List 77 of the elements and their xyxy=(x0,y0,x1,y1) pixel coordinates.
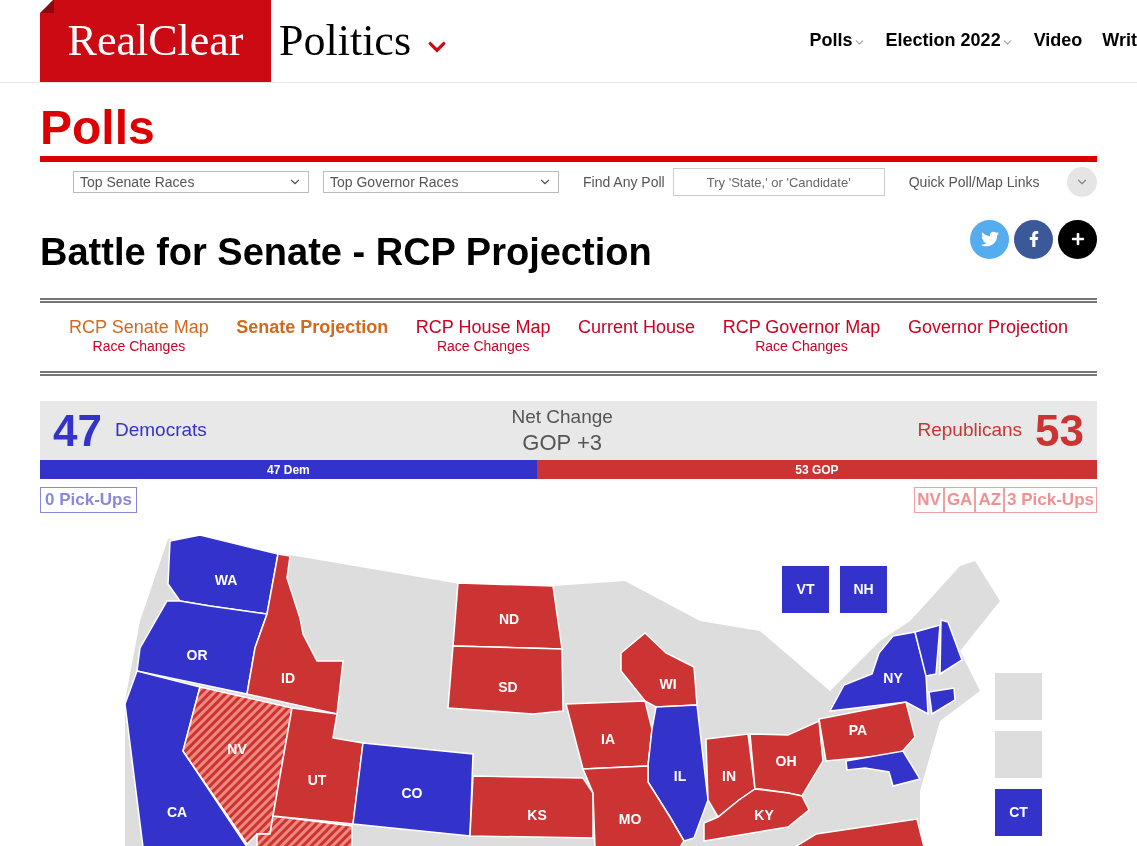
state-label: KS xyxy=(527,806,547,823)
state-region[interactable] xyxy=(565,700,653,770)
state-region[interactable] xyxy=(705,733,756,819)
state-label: UT xyxy=(307,771,327,788)
dem-seat-count: 47 xyxy=(53,408,102,453)
state-region[interactable] xyxy=(749,719,824,797)
state-label: MO xyxy=(618,810,642,827)
state-region[interactable] xyxy=(939,619,963,676)
facebook-button[interactable] xyxy=(1014,219,1053,259)
pickup-tag: NV xyxy=(914,487,944,513)
nav-tab[interactable]: Current House xyxy=(578,318,696,336)
nav-tab[interactable]: Governor Projection xyxy=(907,318,1068,336)
pickup-tag: GA xyxy=(943,487,976,513)
state-box[interactable]: CT xyxy=(995,789,1042,836)
nav-tab[interactable]: RCP Senate Map Race Changes xyxy=(69,318,209,353)
state-label: OR xyxy=(186,646,208,663)
state-region[interactable] xyxy=(447,645,564,715)
state-region[interactable] xyxy=(124,670,249,846)
state-region[interactable] xyxy=(352,742,474,837)
dem-label: Democrats xyxy=(114,418,207,443)
plus-icon xyxy=(1070,232,1085,246)
nav-link[interactable]: Writ xyxy=(1102,27,1137,54)
state-region[interactable] xyxy=(581,765,685,846)
nav-link[interactable]: Polls xyxy=(809,27,866,54)
state-label: NY xyxy=(883,669,903,686)
gop-label: Republicans xyxy=(917,418,1023,443)
state-region[interactable] xyxy=(620,632,698,708)
state-label: WI xyxy=(659,675,677,692)
state-box[interactable]: VT xyxy=(782,566,829,613)
nav-tab[interactable]: RCP Governor Map Race Changes xyxy=(722,318,881,353)
state-label: OH xyxy=(775,752,797,769)
gop-bar-label: 53 GOP xyxy=(794,461,840,479)
state-region[interactable] xyxy=(703,788,810,842)
pickup-tag: 3 Pick-Ups xyxy=(1004,487,1097,513)
state-label: ND xyxy=(498,610,520,627)
share-button[interactable] xyxy=(1058,219,1097,259)
state-region[interactable] xyxy=(818,701,916,762)
page-heading: Battle for Senate - RCP Projection xyxy=(40,233,652,271)
state-label: CA xyxy=(166,803,188,820)
state-label: IN xyxy=(722,767,736,784)
nav-tab[interactable]: Senate Projection xyxy=(236,318,389,336)
net-change-label: Net Change xyxy=(511,404,613,429)
dem-bar-fill: 47 Dem xyxy=(40,460,537,479)
page-title: Polls xyxy=(40,104,156,156)
state-region[interactable] xyxy=(845,750,922,787)
state-label: SD xyxy=(498,678,518,695)
state-label: PA xyxy=(848,721,868,738)
gop-seat-count: 53 xyxy=(1035,408,1084,453)
state-region[interactable] xyxy=(167,534,279,615)
dropdown[interactable]: Top Governor Races xyxy=(323,171,559,193)
pickup-tag: AZ xyxy=(975,487,1005,513)
state-region[interactable] xyxy=(469,775,594,839)
pickup-tag: 0 Pick-Ups xyxy=(40,487,137,513)
state-label: WA xyxy=(214,571,238,588)
state-label: NV xyxy=(227,740,247,757)
state-label: CO xyxy=(401,784,423,801)
nav-link[interactable]: Election 2022 xyxy=(885,27,1014,54)
nav-link[interactable]: Video xyxy=(1033,27,1083,54)
find-label: Find Any Poll xyxy=(583,172,665,192)
state-label: IA xyxy=(601,730,615,747)
state-region[interactable] xyxy=(246,553,344,715)
search-field[interactable]: Try 'State,' or 'Candidate' xyxy=(672,168,885,196)
nav-tab[interactable]: RCP House Map Race Changes xyxy=(415,318,551,353)
state-region[interactable] xyxy=(136,600,268,695)
state-box[interactable]: NH xyxy=(840,566,887,613)
state-region[interactable] xyxy=(914,624,941,677)
state-region[interactable] xyxy=(272,707,364,825)
bird-icon xyxy=(980,230,999,248)
state-region[interactable] xyxy=(452,582,563,650)
net-change-value: GOP +3 xyxy=(522,428,602,457)
state-label: IL xyxy=(673,767,687,784)
state-label: ID xyxy=(281,669,295,686)
state-label: KY xyxy=(754,806,774,823)
state-region[interactable] xyxy=(256,815,353,846)
quick-links-label[interactable]: Quick Poll/Map Links xyxy=(908,171,1040,193)
dropdown[interactable]: Top Senate Races xyxy=(73,171,309,193)
state-region[interactable] xyxy=(647,704,709,842)
